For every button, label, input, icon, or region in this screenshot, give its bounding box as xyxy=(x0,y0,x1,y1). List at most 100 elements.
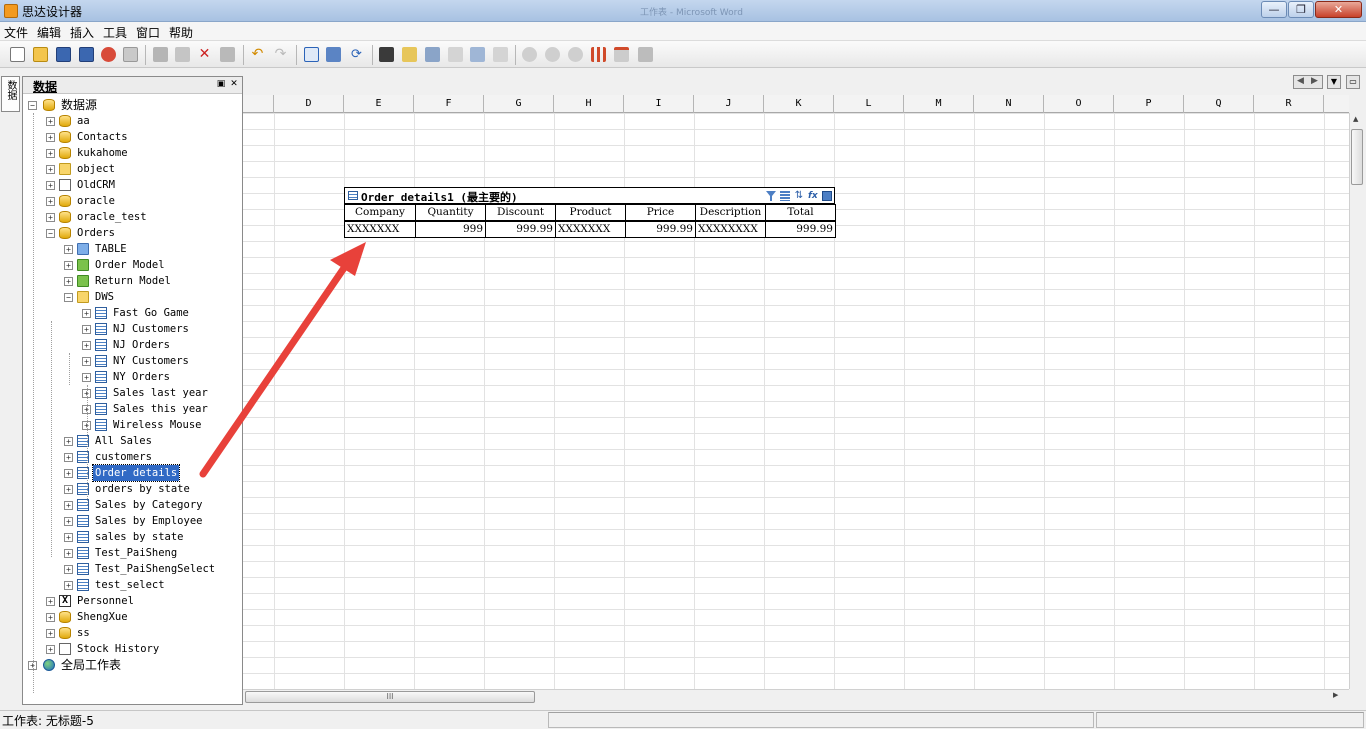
tree-node-label[interactable]: TABLE xyxy=(93,241,129,257)
menu-help[interactable]: 帮助 xyxy=(169,24,193,41)
tree-node-label[interactable]: 全局工作表 xyxy=(59,657,123,673)
ellipse-tool-3-icon[interactable] xyxy=(568,47,583,62)
expand-toggle-icon[interactable]: + xyxy=(82,341,91,350)
expand-toggle-icon[interactable]: + xyxy=(64,469,73,478)
tree-node-label[interactable]: ss xyxy=(75,625,92,641)
column-header[interactable]: G xyxy=(484,95,554,113)
expand-toggle-icon[interactable]: + xyxy=(46,645,55,654)
tree-node-label[interactable]: OldCRM xyxy=(75,177,117,193)
expand-toggle-icon[interactable]: + xyxy=(64,533,73,542)
tree-node-label[interactable]: orders by state xyxy=(93,481,192,497)
expand-toggle-icon[interactable]: + xyxy=(64,549,73,558)
tree-node-label[interactable]: Order Model xyxy=(93,257,167,273)
report-header-cell[interactable]: Company xyxy=(344,204,416,221)
disabled-tool-icon[interactable] xyxy=(448,47,463,62)
expand-toggle-icon[interactable]: + xyxy=(64,581,73,590)
report-data-cell[interactable]: 999.99 xyxy=(765,221,836,238)
column-header[interactable]: N xyxy=(974,95,1044,113)
panel-pin-icon[interactable]: ▣ xyxy=(216,79,226,89)
report-data-cell[interactable]: 999.99 xyxy=(625,221,696,238)
menu-file[interactable]: 文件 xyxy=(4,24,28,41)
cut-icon[interactable] xyxy=(153,47,168,62)
tree-node-label[interactable]: ShengXue xyxy=(75,609,130,625)
expand-toggle-icon[interactable]: + xyxy=(46,613,55,622)
insert-image-icon[interactable] xyxy=(402,47,417,62)
column-header[interactable]: F xyxy=(414,95,484,113)
report-header-cell[interactable]: Total xyxy=(765,204,836,221)
tree-node-label[interactable]: Sales by Category xyxy=(93,497,204,513)
column-header[interactable]: I xyxy=(624,95,694,113)
vertical-scroll-thumb[interactable] xyxy=(1351,129,1363,185)
ellipse-tool-icon[interactable] xyxy=(522,47,537,62)
expand-toggle-icon[interactable]: + xyxy=(46,149,55,158)
tree-node-label[interactable]: object xyxy=(75,161,117,177)
report-header-cell[interactable]: Price xyxy=(625,204,696,221)
report-formula-icon[interactable]: fx xyxy=(808,191,818,201)
tree-node-label[interactable]: 数据源 xyxy=(59,97,99,113)
report-title-bar[interactable]: Order details1 (最主要的) ⇅ fx xyxy=(344,187,835,204)
tree-node-label[interactable]: Orders xyxy=(75,225,117,241)
report-header-cell[interactable]: Quantity xyxy=(415,204,486,221)
expand-toggle-icon[interactable]: + xyxy=(64,517,73,526)
worksheet-grid[interactable]: DEFGHIJKLMNOPQR xyxy=(243,95,1349,689)
sync-icon[interactable]: ⟳ xyxy=(349,47,364,62)
expand-toggle-icon[interactable]: + xyxy=(82,357,91,366)
report-edit-icon[interactable] xyxy=(822,191,832,201)
report-header-cell[interactable]: Product xyxy=(555,204,626,221)
collapse-toggle-icon[interactable]: − xyxy=(64,293,73,302)
tree-node-label[interactable]: kukahome xyxy=(75,145,130,161)
merge-icon[interactable] xyxy=(638,47,653,62)
report-table[interactable]: Order details1 (最主要的) ⇅ fx Company XXXXXX… xyxy=(344,187,836,241)
tree-node-label[interactable]: Sales by Employee xyxy=(93,513,204,529)
expand-toggle-icon[interactable]: + xyxy=(64,437,73,446)
menu-tools[interactable]: 工具 xyxy=(103,24,127,41)
tree-node-label[interactable]: Sales this year xyxy=(111,401,210,417)
column-header[interactable]: L xyxy=(834,95,904,113)
tree-node-label[interactable]: Return Model xyxy=(93,273,173,289)
tree-node-label[interactable]: DWS xyxy=(93,289,116,305)
expand-toggle-icon[interactable]: + xyxy=(46,213,55,222)
menu-edit[interactable]: 编辑 xyxy=(37,24,61,41)
report-header-cell[interactable]: Discount xyxy=(485,204,556,221)
menu-insert[interactable]: 插入 xyxy=(70,24,94,41)
tree-node-label[interactable]: customers xyxy=(93,449,154,465)
tree-node-label[interactable]: Order details xyxy=(91,464,181,482)
report-data-cell[interactable]: 999 xyxy=(415,221,486,238)
redo-icon[interactable]: ↷ xyxy=(273,47,288,62)
report-data-cell[interactable]: 999.99 xyxy=(485,221,556,238)
column-header[interactable]: D xyxy=(274,95,344,113)
open-folder-icon[interactable] xyxy=(33,47,48,62)
tree-node-label[interactable]: Test_PaiSheng xyxy=(93,545,179,561)
tree-node-label[interactable]: aa xyxy=(75,113,92,129)
expand-toggle-icon[interactable]: + xyxy=(46,629,55,638)
column-header[interactable]: O xyxy=(1044,95,1114,113)
tree-node-label[interactable]: oracle xyxy=(75,193,117,209)
sheet-restore-icon[interactable]: ▭ xyxy=(1346,75,1360,89)
report-data-cell[interactable]: XXXXXXX xyxy=(344,221,416,238)
copy-icon[interactable] xyxy=(175,47,190,62)
tree-node-label[interactable]: All Sales xyxy=(93,433,154,449)
tree-node-label[interactable]: sales by state xyxy=(93,529,186,545)
expand-toggle-icon[interactable]: + xyxy=(64,453,73,462)
expand-toggle-icon[interactable]: + xyxy=(64,565,73,574)
sheet-nav-arrows[interactable]: ◀ ▶ xyxy=(1293,75,1323,89)
column-header[interactable]: Q xyxy=(1184,95,1254,113)
scroll-up-icon[interactable]: ▲ xyxy=(1353,115,1358,123)
nav-right-icon[interactable]: ▶ xyxy=(1311,76,1318,86)
hierarchy-icon[interactable] xyxy=(326,47,341,62)
column-header[interactable]: P xyxy=(1114,95,1184,113)
grid-dots-icon[interactable] xyxy=(591,47,606,62)
minimize-button[interactable]: — xyxy=(1261,1,1287,18)
expand-toggle-icon[interactable]: + xyxy=(64,501,73,510)
tree-node-label[interactable]: test_select xyxy=(93,577,167,593)
expand-toggle-icon[interactable]: + xyxy=(64,261,73,270)
collapse-toggle-icon[interactable]: − xyxy=(46,229,55,238)
nav-left-icon[interactable]: ◀ xyxy=(1297,76,1304,86)
properties-icon[interactable] xyxy=(123,47,138,62)
expand-toggle-icon[interactable]: + xyxy=(64,277,73,286)
column-header[interactable]: E xyxy=(344,95,414,113)
expand-toggle-icon[interactable]: + xyxy=(46,197,55,206)
formula-icon[interactable] xyxy=(379,47,394,62)
preview-icon[interactable] xyxy=(101,47,116,62)
vertical-scrollbar[interactable]: ▲ xyxy=(1349,113,1363,689)
